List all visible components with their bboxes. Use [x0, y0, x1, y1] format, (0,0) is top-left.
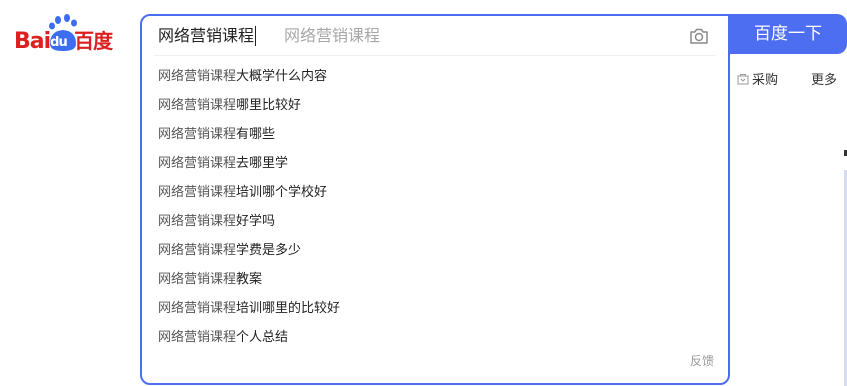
suggestion-suffix: 去哪里学	[236, 156, 289, 171]
search-button[interactable]: 百度一下	[729, 14, 847, 54]
logo-bai: Bai	[14, 29, 51, 54]
suggestion-suffix: 有哪些	[236, 127, 276, 142]
suggestion-suffix: 教案	[236, 272, 263, 287]
nav-purchase-label: 采购	[752, 73, 779, 88]
page: Baidu 百度 网络营销课程 网络营销课程 网络营销课程大概学什么内容 网络营销课…	[0, 0, 847, 386]
suggestion-item[interactable]: 网络营销课程培训哪里的比较好	[158, 294, 712, 323]
search-row: 网络营销课程 网络营销课程	[154, 16, 716, 56]
suggestion-suffix: 培训哪里的比较好	[236, 301, 341, 316]
suggestion-suffix: 哪里比较好	[236, 98, 302, 113]
logo-chinese: 百度	[74, 29, 113, 53]
suggestion-suffix: 个人总结	[236, 330, 289, 345]
suggestion-item[interactable]: 网络营销课程哪里比较好	[158, 91, 712, 120]
suggestion-prefix: 网络营销课程	[158, 127, 237, 142]
suggestion-prefix: 网络营销课程	[158, 243, 237, 258]
right-nav: 采购 更多	[736, 69, 837, 88]
logo-du: du	[50, 35, 68, 50]
suggestion-suffix: 培训哪个学校好	[236, 185, 328, 200]
search-input[interactable]: 网络营销课程	[158, 16, 257, 56]
nav-more[interactable]: 更多	[811, 69, 837, 88]
suggestion-prefix: 网络营销课程	[158, 214, 237, 229]
suggestion-item[interactable]: 网络营销课程个人总结	[158, 323, 712, 352]
suggestion-item[interactable]: 网络营销课程大概学什么内容	[158, 62, 712, 91]
suggestion-item[interactable]: 网络营销课程教案	[158, 265, 712, 294]
suggestion-prefix: 网络营销课程	[158, 272, 237, 287]
suggestion-suffix: 好学吗	[236, 214, 276, 229]
search-box: 网络营销课程 网络营销课程 网络营销课程大概学什么内容 网络营销课程哪里比较好 网络…	[140, 14, 730, 385]
search-placeholder: 网络营销课程	[284, 26, 381, 45]
suggestion-prefix: 网络营销课程	[158, 156, 237, 171]
suggestion-prefix: 网络营销课程	[158, 330, 237, 345]
camera-icon[interactable]	[688, 25, 710, 47]
suggestion-item[interactable]: 网络营销课程去哪里学	[158, 149, 712, 178]
suggestion-item[interactable]: 网络营销课程有哪些	[158, 120, 712, 149]
search-query-text: 网络营销课程	[158, 26, 255, 45]
suggestion-prefix: 网络营销课程	[158, 69, 237, 84]
logo-text: Baidu 百度	[14, 28, 113, 58]
feedback-link[interactable]: 反馈	[690, 352, 714, 369]
suggestion-prefix: 网络营销课程	[158, 185, 237, 200]
text-caret	[255, 26, 257, 46]
suggestion-item[interactable]: 网络营销课程学费是多少	[158, 236, 712, 265]
suggestion-suffix: 学费是多少	[236, 243, 302, 258]
cart-icon	[737, 73, 749, 84]
suggestion-prefix: 网络营销课程	[158, 301, 237, 316]
baidu-logo[interactable]: Baidu 百度	[14, 14, 124, 54]
suggestion-list: 网络营销课程大概学什么内容 网络营销课程哪里比较好 网络营销课程有哪些 网络营销课程去…	[142, 62, 728, 352]
suggestion-prefix: 网络营销课程	[158, 98, 237, 113]
nav-purchase[interactable]: 采购	[736, 69, 778, 88]
suggestion-item[interactable]: 网络营销课程培训哪个学校好	[158, 178, 712, 207]
suggestion-suffix: 大概学什么内容	[236, 69, 328, 84]
suggestion-item[interactable]: 网络营销课程好学吗	[158, 207, 712, 236]
